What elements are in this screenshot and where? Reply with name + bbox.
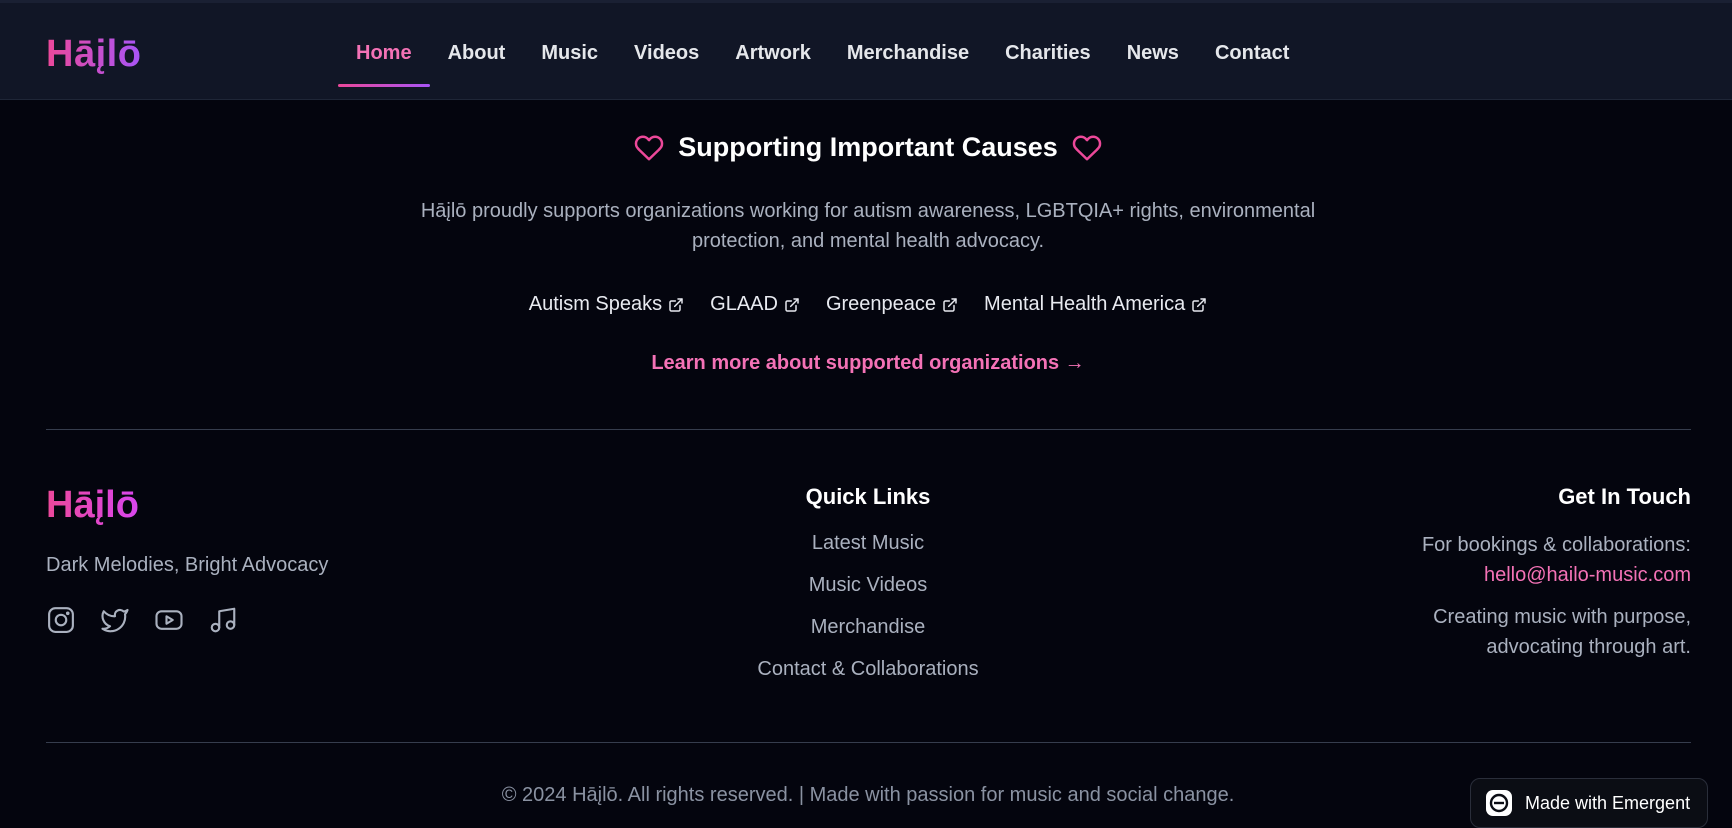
music-note-icon	[210, 607, 236, 633]
quick-link-latest-music[interactable]: Latest Music	[668, 530, 1068, 556]
footer-divider	[46, 742, 1691, 743]
causes-heading: Supporting Important Causes	[0, 132, 1732, 163]
nav-item-music[interactable]: Music	[523, 3, 616, 103]
mission-line-1: Creating music with purpose,	[1433, 606, 1691, 628]
footer-tagline: Dark Melodies, Bright Advocacy	[46, 554, 329, 576]
music-link[interactable]	[208, 605, 238, 635]
quick-links-column: Quick Links Latest Music Music Videos Me…	[668, 484, 1068, 682]
site-header: Hāįlō Home About Music Videos Artwork Me…	[0, 0, 1732, 100]
external-link-icon	[1192, 297, 1206, 312]
nav-item-artwork[interactable]: Artwork	[717, 3, 829, 103]
nav-item-contact[interactable]: Contact	[1197, 3, 1307, 103]
quick-links-heading: Quick Links	[805, 484, 931, 509]
org-link-label: Greenpeace	[825, 293, 937, 315]
instagram-icon	[48, 607, 74, 633]
nav-item-merchandise[interactable]: Merchandise	[829, 3, 987, 103]
heart-icon	[635, 135, 664, 160]
nav-item-videos[interactable]: Videos	[616, 3, 717, 103]
made-with-emergent-badge[interactable]: Made with Emergent	[1470, 778, 1708, 828]
brand-logo[interactable]: Hāįlō	[46, 33, 141, 76]
mission-line-2: advocating through art.	[1486, 636, 1691, 658]
twitter-link[interactable]	[100, 605, 130, 635]
org-link-greenpeace[interactable]: Greenpeace	[826, 293, 958, 316]
org-link-label: Autism Speaks	[528, 293, 663, 315]
bookings-text: For bookings & collaborations:	[1421, 534, 1691, 556]
learn-more-link[interactable]: Learn more about supported organizations…	[0, 352, 1732, 375]
org-link-glaad[interactable]: GLAAD	[710, 293, 800, 316]
nav-item-charities[interactable]: Charities	[987, 3, 1109, 103]
get-in-touch-column: Get In Touch For bookings & collaboratio…	[1191, 484, 1691, 662]
organization-links: Autism Speaks GLAAD Greenpeace Mental He…	[0, 293, 1732, 316]
quick-link-merchandise[interactable]: Merchandise	[668, 614, 1068, 640]
quick-links-list: Latest Music Music Videos Merchandise Co…	[668, 530, 1068, 682]
section-divider	[46, 429, 1691, 430]
footer-logo[interactable]: Hāįlō	[46, 484, 139, 527]
causes-description: Hāįlō proudly supports organizations wor…	[420, 200, 1316, 252]
org-link-autism-speaks[interactable]: Autism Speaks	[529, 293, 684, 316]
twitter-icon	[101, 608, 129, 633]
contact-email-link[interactable]: hello@hailo-music.com	[1484, 564, 1691, 586]
quick-link-music-videos[interactable]: Music Videos	[668, 572, 1068, 598]
org-link-mental-health-america[interactable]: Mental Health America	[984, 293, 1207, 316]
causes-title: Supporting Important Causes	[678, 132, 1058, 162]
quick-link-contact[interactable]: Contact & Collaborations	[668, 656, 1068, 682]
heart-icon	[1072, 135, 1101, 160]
external-link-icon	[943, 297, 957, 312]
org-link-label: GLAAD	[710, 293, 778, 315]
get-in-touch-heading: Get In Touch	[1558, 484, 1691, 509]
nav-item-news[interactable]: News	[1109, 3, 1197, 103]
org-link-label: Mental Health America	[984, 293, 1186, 315]
youtube-link[interactable]	[154, 605, 184, 635]
youtube-icon	[155, 610, 183, 630]
emergent-logo-icon	[1486, 790, 1512, 816]
nav-item-about[interactable]: About	[430, 3, 524, 103]
social-links	[46, 605, 238, 635]
nav-item-home[interactable]: Home	[338, 3, 430, 103]
instagram-link[interactable]	[46, 605, 76, 635]
main-nav: Home About Music Videos Artwork Merchand…	[338, 3, 1307, 103]
external-link-icon	[785, 297, 799, 312]
badge-label: Made with Emergent	[1525, 792, 1691, 813]
external-link-icon	[669, 297, 683, 312]
